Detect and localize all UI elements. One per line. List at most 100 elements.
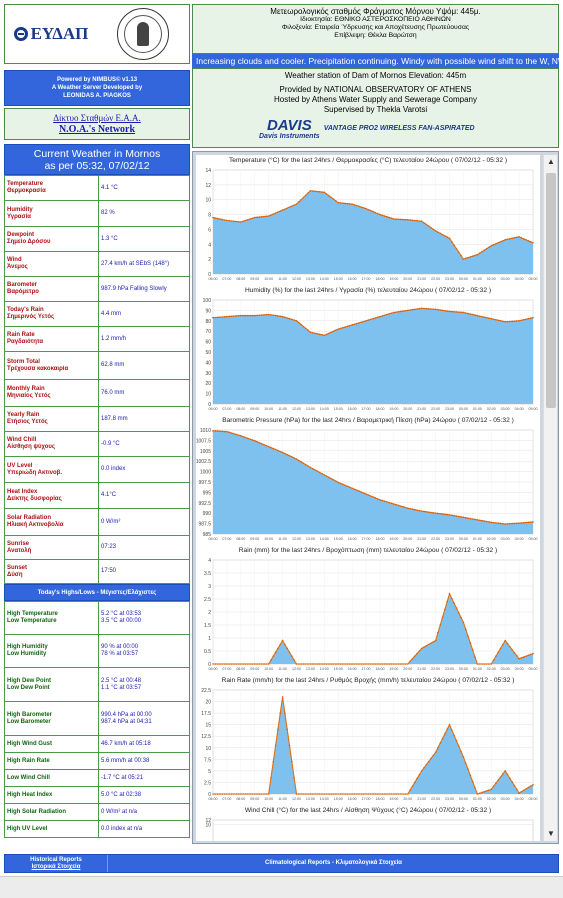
data-point <box>351 793 353 795</box>
network-link-noa[interactable]: N.O.A.'s Network <box>5 124 189 135</box>
data-point <box>221 316 224 318</box>
hilo-label-1: High UV Level <box>7 825 48 832</box>
eydap-logo[interactable]: ΕΥΔΑΠ <box>5 5 97 63</box>
data-point <box>492 521 495 524</box>
data-point <box>469 774 472 777</box>
data-point <box>237 220 240 223</box>
davis-logo: DAVIS Davis Instruments <box>259 118 320 140</box>
current-weather-row: Rain Rate Ραγδαιότητα 1.2 mm/h <box>4 326 190 352</box>
current-weather-label: Rain Rate Ραγδαιότητα <box>4 326 99 352</box>
data-point <box>307 793 309 795</box>
data-point <box>418 220 421 222</box>
data-point <box>423 646 425 648</box>
data-point <box>381 315 384 317</box>
data-point <box>395 663 397 665</box>
data-point <box>323 793 326 795</box>
data-point <box>404 506 407 509</box>
data-point <box>518 658 520 660</box>
data-point <box>263 314 265 316</box>
data-point <box>451 729 453 731</box>
current-weather-label: Monthly Rain Μηνιαίος Υετός <box>4 379 99 407</box>
data-point <box>379 793 381 795</box>
data-point <box>253 314 256 317</box>
data-point <box>518 320 520 322</box>
x-tick-label: 12:00 <box>292 277 301 281</box>
data-point <box>311 331 314 334</box>
data-point <box>448 723 451 726</box>
highs-lows-value: 990.4 hPa at 00:00 987.4 hPa at 04:31 <box>98 701 190 736</box>
data-point <box>256 216 258 219</box>
x-tick-label: 07:00 <box>222 797 231 801</box>
data-point <box>328 476 330 479</box>
scroll-down-arrow-icon[interactable]: ▼ <box>544 827 558 841</box>
highs-lows-row: High Solar Radiation 0 W/m² at n/a <box>4 803 190 821</box>
x-tick-label: 18:00 <box>375 277 384 281</box>
data-point <box>237 663 240 665</box>
data-point <box>318 333 321 336</box>
data-point <box>509 522 511 525</box>
highs-lows-label: High Wind Gust <box>4 735 99 753</box>
x-tick-label: 20:00 <box>403 407 412 411</box>
data-point <box>314 663 316 665</box>
data-point <box>355 793 358 795</box>
data-point <box>355 663 358 665</box>
label-greek: Δύση <box>7 571 23 578</box>
y-tick-label: 80 <box>205 319 211 325</box>
hilo-label-1: Low Wind Chill <box>7 774 50 781</box>
data-point <box>458 251 460 254</box>
data-point <box>242 220 244 223</box>
data-point <box>342 793 344 795</box>
y-tick-label: 1002.5 <box>196 459 211 465</box>
data-point <box>284 452 286 455</box>
data-point <box>323 663 326 665</box>
station-gr-line-1: Μετεωρολογικός σταθμός Φράγματος Μόρνου … <box>270 7 481 16</box>
charts-scroll-area[interactable]: Temperature (°C) for the last 24hrs / Θε… <box>196 155 540 841</box>
scroll-thumb[interactable] <box>546 173 556 408</box>
data-point <box>328 793 330 795</box>
charts-scrollbar[interactable]: ▲ ▼ <box>543 155 557 841</box>
data-point <box>332 198 335 201</box>
data-point <box>374 663 377 665</box>
data-point <box>476 519 479 521</box>
climatological-reports-link[interactable]: Climatological Reports - Κλιματολογικά Σ… <box>109 855 558 872</box>
data-point <box>223 430 226 433</box>
x-tick-label: 14:00 <box>320 277 329 281</box>
data-point <box>351 203 353 205</box>
data-point <box>358 793 360 795</box>
label-english: Wind Chill <box>7 437 37 443</box>
data-point <box>448 310 451 313</box>
data-point <box>309 663 312 665</box>
data-point <box>441 309 444 312</box>
data-point <box>413 508 416 511</box>
noa-logo[interactable] <box>97 5 189 63</box>
data-point <box>242 793 244 795</box>
current-weather-label: Wind Άνεμος <box>4 251 99 277</box>
label-greek: Υπεριώδη Ακτινοβ. <box>7 469 62 476</box>
data-point <box>488 317 490 319</box>
davis-brand[interactable]: DAVIS Davis Instruments VANTAGE PRO2 WIR… <box>259 118 475 140</box>
data-point <box>464 312 467 314</box>
data-point <box>212 430 214 432</box>
x-tick-label: 23:00 <box>445 797 454 801</box>
historical-reports-link[interactable]: Historical Reports Ιστορικά Στοιχεία <box>5 855 108 872</box>
x-tick-label: 23:00 <box>445 407 454 411</box>
current-weather-label: Solar Radiation Ηλιακή Ακτινοβολία <box>4 508 99 536</box>
scroll-up-arrow-icon[interactable]: ▲ <box>544 155 558 169</box>
data-point <box>522 656 525 658</box>
data-point <box>330 331 333 334</box>
x-tick-label: 12:00 <box>292 407 301 411</box>
data-point <box>413 219 416 222</box>
data-point <box>434 751 437 754</box>
network-link-eaa[interactable]: Δίκτυο Σταθμών Ε.Α.Α. <box>5 113 189 124</box>
data-point <box>344 793 346 795</box>
data-point <box>393 663 395 665</box>
x-tick-label: 11:00 <box>278 407 287 411</box>
x-tick-label: 02:00 <box>487 797 496 801</box>
data-point <box>423 510 425 513</box>
data-point <box>485 663 488 665</box>
data-point <box>453 244 455 247</box>
data-point <box>304 463 307 466</box>
highs-lows-value: 90 % at 00:00 78 % at 03:57 <box>98 634 190 668</box>
data-point <box>240 793 242 795</box>
y-tick-label: 100 <box>203 298 212 304</box>
